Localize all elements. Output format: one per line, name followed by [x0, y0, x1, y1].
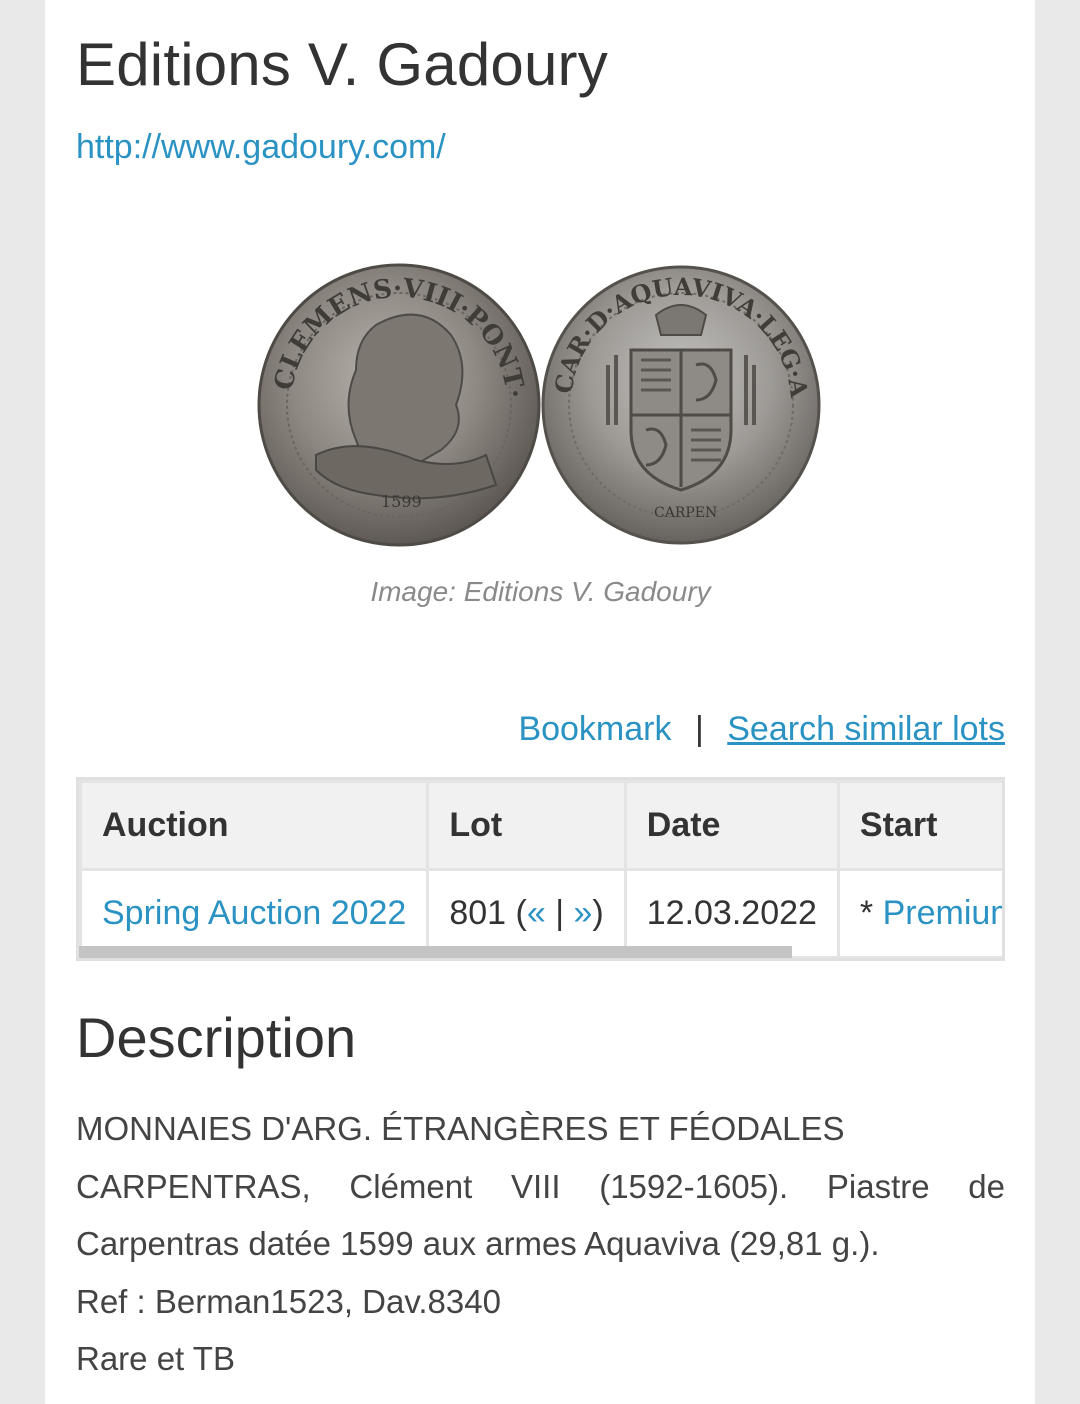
website-link[interactable]: http://www.gadoury.com/ — [76, 128, 446, 167]
page-title: Editions V. Gadoury — [76, 31, 608, 98]
action-separator: | — [694, 710, 704, 748]
description-line: Ref : Berman1523, Dav.8340 — [76, 1282, 501, 1320]
auction-table: Auction Lot Date Start Spring Auction 20… — [79, 780, 1002, 958]
cell-date: 12.03.2022 — [623, 868, 840, 958]
horizontal-scrollbar[interactable] — [79, 946, 792, 958]
bookmark-link[interactable]: Bookmark — [518, 710, 671, 748]
description-line: Rare et TB — [76, 1340, 235, 1377]
description-body: MONNAIES D'ARG. ÉTRANGÈRES ET FÉODALES C… — [76, 1100, 1005, 1388]
search-similar-lots-link[interactable]: Search similar lots — [727, 710, 1005, 748]
coin-image[interactable]: CLEMENS·VIII·PONT·MAX 1599 — [242, 232, 826, 555]
premium-link[interactable]: Premium — [883, 894, 1002, 932]
header-date: Date — [623, 780, 840, 871]
description-heading: Description — [76, 1006, 357, 1069]
auction-table-container[interactable]: Auction Lot Date Start Spring Auction 20… — [76, 777, 1005, 961]
start-prefix: * — [859, 894, 883, 932]
lot-number: 801 ( — [449, 894, 527, 932]
lot-actions: Bookmark | Search similar lots — [518, 710, 1005, 749]
header-auction: Auction — [79, 780, 430, 871]
previous-lot-link[interactable]: « — [527, 894, 546, 932]
description-line: CARPENTRAS, Clément VIII (1592-1605). Pi… — [76, 1167, 1005, 1263]
svg-text:1599: 1599 — [381, 492, 422, 511]
table-header-row: Auction Lot Date Start — [79, 780, 1002, 871]
coin-obverse: CLEMENS·VIII·PONT·MAX 1599 — [242, 232, 541, 547]
next-lot-link[interactable]: » — [574, 894, 593, 932]
page: Editions V. Gadoury http://www.gadoury.c… — [45, 0, 1035, 1404]
lot-close-paren: ) — [592, 894, 604, 932]
cell-lot: 801 (« | ») — [426, 868, 627, 958]
lot-nav-separator: | — [545, 894, 574, 932]
svg-text:CARPEN: CARPEN — [654, 505, 717, 521]
coin-photo: CLEMENS·VIII·PONT·MAX 1599 — [242, 232, 821, 547]
cell-start: * Premium — [836, 868, 1002, 958]
image-caption: Image: Editions V. Gadoury — [370, 576, 711, 607]
cell-auction: Spring Auction 2022 — [79, 868, 430, 958]
auction-link[interactable]: Spring Auction 2022 — [102, 894, 406, 932]
table-row: Spring Auction 2022 801 (« | ») 12.03.20… — [79, 868, 1002, 958]
description-line: MONNAIES D'ARG. ÉTRANGÈRES ET FÉODALES — [76, 1110, 845, 1147]
header-start: Start — [836, 780, 1002, 871]
header-lot: Lot — [426, 780, 627, 871]
